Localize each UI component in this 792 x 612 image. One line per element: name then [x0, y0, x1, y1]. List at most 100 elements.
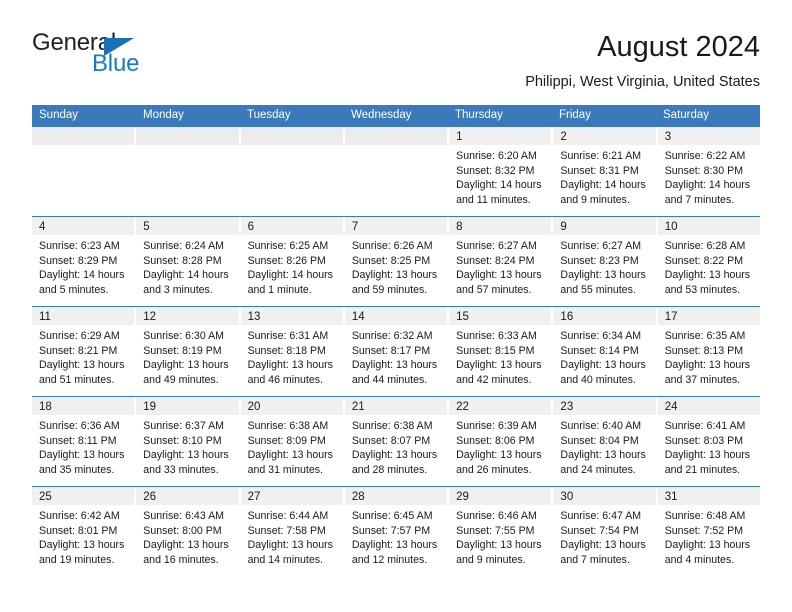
day-number: 15	[456, 311, 469, 323]
day-detail-line: Daylight: 13 hours	[247, 359, 333, 372]
day-details: Sunrise: 6:41 AM Sunset: 8:03 PM Daylight:…	[658, 415, 760, 477]
day-detail-line: Daylight: 13 hours	[351, 269, 438, 282]
calendar-day-cell[interactable]: 26 Sunrise: 6:43 AM Sunset: 8:00 PM Dayligh…	[136, 487, 239, 578]
day-detail-line: Daylight: 13 hours	[560, 359, 646, 372]
calendar-day-cell[interactable]: 3 Sunrise: 6:22 AM Sunset: 8:30 PM Daylight…	[657, 127, 760, 216]
day-detail-line: Daylight: 13 hours	[560, 449, 646, 462]
day-number-bar	[344, 127, 448, 145]
calendar-week-row: 1 Sunrise: 6:20 AM Sunset: 8:32 PM Daylight…	[32, 126, 760, 216]
calendar-day-cell[interactable]: 7 Sunrise: 6:26 AM Sunset: 8:25 PM Daylight…	[344, 217, 448, 306]
calendar-day-cell[interactable]: 30 Sunrise: 6:47 AM Sunset: 7:54 PM Dayligh…	[553, 487, 656, 578]
day-number-bar: 23	[553, 397, 656, 415]
calendar-day-cell[interactable]: 8 Sunrise: 6:27 AM Sunset: 8:24 PM Daylight…	[449, 217, 552, 306]
day-detail-line: and 4 minutes.	[664, 553, 735, 566]
logo-triangle-icon	[104, 38, 134, 56]
day-details: Sunrise: 6:26 AM Sunset: 8:25 PM Daylight:…	[345, 235, 447, 297]
day-detail-line: Sunset: 8:24 PM	[456, 254, 535, 267]
day-details: Sunrise: 6:27 AM Sunset: 8:24 PM Daylight:…	[449, 235, 551, 297]
day-detail-line: Sunrise: 6:27 AM	[456, 240, 537, 252]
day-detail-line: Daylight: 13 hours	[664, 539, 751, 552]
day-detail-line: Sunrise: 6:39 AM	[456, 420, 537, 432]
day-detail-line: and 42 minutes.	[456, 373, 532, 386]
calendar-day-cell[interactable]: 2 Sunrise: 6:21 AM Sunset: 8:31 PM Daylight…	[553, 127, 656, 216]
calendar-grid: Sunday Monday Tuesday Wednesday Thursday…	[32, 105, 760, 578]
day-detail-line: Sunset: 7:57 PM	[351, 524, 431, 537]
calendar-day-cell[interactable]: 31 Sunrise: 6:48 AM Sunset: 7:52 PM Dayligh…	[657, 487, 760, 578]
day-detail-line: Sunrise: 6:38 AM	[247, 420, 329, 432]
day-detail-line: and 24 minutes.	[560, 463, 636, 476]
page-header: General Blue August 2024 Philippi, West …	[0, 0, 792, 91]
calendar-day-cell[interactable]: 23 Sunrise: 6:40 AM Sunset: 8:04 PM Dayligh…	[553, 397, 656, 486]
logo[interactable]: General Blue	[32, 30, 232, 86]
calendar-page: General Blue August 2024 Philippi, West …	[0, 0, 792, 612]
day-number: 18	[39, 401, 52, 413]
calendar-day-cell[interactable]: 22 Sunrise: 6:39 AM Sunset: 8:06 PM Dayligh…	[449, 397, 552, 486]
calendar-day-cell[interactable]: 9 Sunrise: 6:27 AM Sunset: 8:23 PM Daylight…	[553, 217, 656, 306]
day-detail-line: Daylight: 14 hours	[247, 269, 333, 282]
calendar-week-row: 18 Sunrise: 6:36 AM Sunset: 8:11 PM Dayligh…	[32, 396, 760, 486]
calendar-day-cell[interactable]: 18 Sunrise: 6:36 AM Sunset: 8:11 PM Dayligh…	[32, 397, 135, 486]
day-detail-line: Sunrise: 6:37 AM	[143, 420, 224, 432]
day-details: Sunrise: 6:43 AM Sunset: 8:00 PM Daylight:…	[136, 505, 238, 567]
day-number: 9	[560, 221, 567, 233]
day-detail-line: Sunrise: 6:27 AM	[560, 240, 642, 252]
weekday-header-row: Sunday Monday Tuesday Wednesday Thursday…	[32, 105, 760, 126]
day-details: Sunrise: 6:32 AM Sunset: 8:17 PM Daylight:…	[345, 325, 447, 387]
day-detail-line: Sunrise: 6:22 AM	[664, 150, 746, 162]
calendar-day-cell[interactable]: 19 Sunrise: 6:37 AM Sunset: 8:10 PM Dayligh…	[136, 397, 239, 486]
day-detail-line: Daylight: 13 hours	[143, 449, 229, 462]
day-number-bar	[136, 127, 239, 145]
calendar-day-cell[interactable]: 25 Sunrise: 6:42 AM Sunset: 8:01 PM Dayligh…	[32, 487, 135, 578]
calendar-day-cell[interactable]: 21 Sunrise: 6:38 AM Sunset: 8:07 PM Dayligh…	[344, 397, 448, 486]
day-detail-line: Sunrise: 6:23 AM	[39, 240, 120, 252]
day-detail-line: and 14 minutes.	[247, 553, 323, 566]
day-detail-line: Sunrise: 6:33 AM	[456, 330, 537, 342]
day-number-bar: 9	[553, 217, 656, 235]
day-details: Sunrise: 6:31 AM Sunset: 8:18 PM Daylight:…	[241, 325, 343, 387]
day-number: 19	[143, 401, 157, 413]
calendar-day-cell[interactable]: 13 Sunrise: 6:31 AM Sunset: 8:18 PM Dayligh…	[240, 307, 343, 396]
calendar-day-cell[interactable]: 11 Sunrise: 6:29 AM Sunset: 8:21 PM Dayligh…	[32, 307, 135, 396]
day-number: 21	[351, 401, 365, 413]
day-detail-line: Daylight: 13 hours	[247, 539, 333, 552]
day-detail-line: Sunrise: 6:25 AM	[247, 240, 329, 252]
day-number: 24	[664, 401, 678, 413]
day-detail-line: Sunrise: 6:47 AM	[560, 510, 642, 522]
day-detail-line: Sunset: 8:23 PM	[560, 254, 639, 267]
calendar-day-cell[interactable]: 29 Sunrise: 6:46 AM Sunset: 7:55 PM Dayligh…	[449, 487, 552, 578]
calendar-day-cell[interactable]: 5 Sunrise: 6:24 AM Sunset: 8:28 PM Daylight…	[136, 217, 239, 306]
day-detail-line: and 21 minutes.	[664, 463, 741, 476]
day-number-bar: 4	[32, 217, 135, 235]
calendar-day-cell[interactable]: 10 Sunrise: 6:28 AM Sunset: 8:22 PM Dayligh…	[657, 217, 760, 306]
calendar-day-cell[interactable]: 17 Sunrise: 6:35 AM Sunset: 8:13 PM Dayligh…	[657, 307, 760, 396]
calendar-day-cell[interactable]: 12 Sunrise: 6:30 AM Sunset: 8:19 PM Dayligh…	[136, 307, 239, 396]
title-block: August 2024 Philippi, West Virginia, Uni…	[525, 30, 760, 92]
day-detail-line: Sunrise: 6:45 AM	[351, 510, 433, 522]
day-detail-line: and 3 minutes.	[143, 283, 213, 296]
calendar-day-cell[interactable]: 24 Sunrise: 6:41 AM Sunset: 8:03 PM Dayligh…	[657, 397, 760, 486]
day-number: 6	[247, 221, 254, 233]
day-number-bar: 3	[657, 127, 760, 145]
day-detail-line: and 57 minutes.	[456, 283, 532, 296]
day-number: 11	[39, 311, 51, 323]
page-subtitle: Philippi, West Virginia, United States	[525, 74, 760, 90]
day-number-bar: 17	[657, 307, 760, 325]
calendar-day-cell-empty	[32, 127, 135, 216]
day-details: Sunrise: 6:27 AM Sunset: 8:23 PM Daylight:…	[553, 235, 655, 297]
calendar-day-cell[interactable]: 20 Sunrise: 6:38 AM Sunset: 8:09 PM Dayligh…	[240, 397, 343, 486]
calendar-day-cell[interactable]: 4 Sunrise: 6:23 AM Sunset: 8:29 PM Daylight…	[32, 217, 135, 306]
day-details	[241, 145, 343, 149]
calendar-day-cell[interactable]: 15 Sunrise: 6:33 AM Sunset: 8:15 PM Dayligh…	[449, 307, 552, 396]
day-details: Sunrise: 6:45 AM Sunset: 7:57 PM Daylight:…	[345, 505, 447, 567]
calendar-day-cell[interactable]: 1 Sunrise: 6:20 AM Sunset: 8:32 PM Daylight…	[449, 127, 552, 216]
calendar-day-cell[interactable]: 28 Sunrise: 6:45 AM Sunset: 7:57 PM Dayligh…	[344, 487, 448, 578]
calendar-day-cell[interactable]: 14 Sunrise: 6:32 AM Sunset: 8:17 PM Dayligh…	[344, 307, 448, 396]
day-number: 7	[351, 221, 359, 233]
calendar-day-cell[interactable]: 16 Sunrise: 6:34 AM Sunset: 8:14 PM Dayligh…	[553, 307, 656, 396]
calendar-day-cell[interactable]: 27 Sunrise: 6:44 AM Sunset: 7:58 PM Dayligh…	[240, 487, 343, 578]
day-detail-line: Sunrise: 6:41 AM	[664, 420, 746, 432]
day-number-bar: 18	[32, 397, 135, 415]
day-detail-line: Sunset: 8:14 PM	[560, 344, 639, 357]
calendar-day-cell[interactable]: 6 Sunrise: 6:25 AM Sunset: 8:26 PM Daylight…	[240, 217, 343, 306]
day-detail-line: Sunset: 8:21 PM	[39, 344, 118, 357]
